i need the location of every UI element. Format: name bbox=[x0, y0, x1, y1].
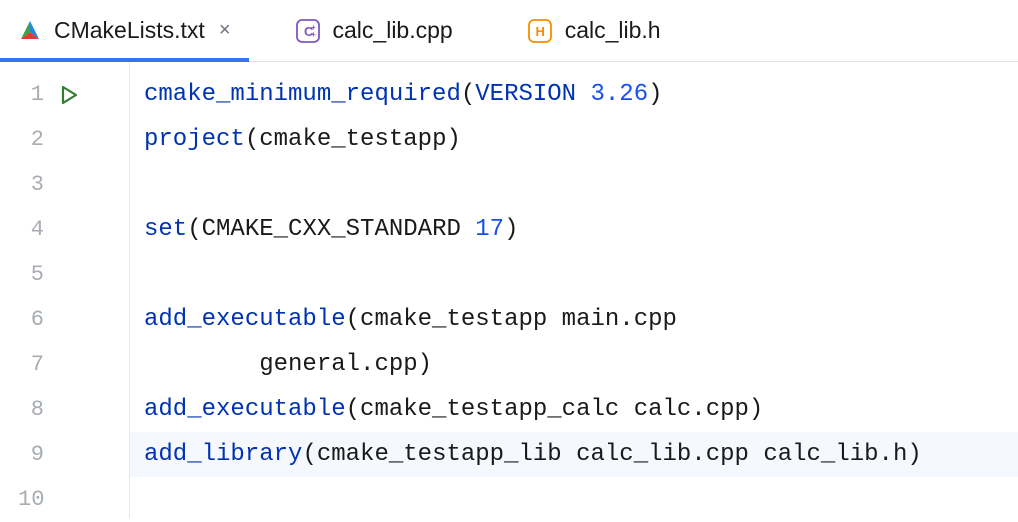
tab-label: CMakeLists.txt bbox=[54, 17, 205, 44]
line-number: 2 bbox=[18, 127, 44, 152]
gutter-row: 8 bbox=[0, 387, 129, 432]
code-line: cmake_minimum_required(VERSION 3.26) bbox=[144, 72, 1018, 117]
svg-text:+: + bbox=[311, 30, 316, 39]
line-number: 8 bbox=[18, 397, 44, 422]
code-line: add_executable(cmake_testapp main.cpp bbox=[144, 297, 1018, 342]
code-line bbox=[144, 477, 1018, 522]
svg-text:H: H bbox=[535, 24, 544, 39]
code-area[interactable]: cmake_minimum_required(VERSION 3.26) pro… bbox=[130, 62, 1018, 518]
editor: 1 2 3 4 5 6 7 8 9 10 cmake_minimum_requi… bbox=[0, 62, 1018, 518]
code-line: add_executable(cmake_testapp_calc calc.c… bbox=[144, 387, 1018, 432]
gutter-row: 1 bbox=[0, 72, 129, 117]
line-number: 4 bbox=[18, 217, 44, 242]
line-number: 9 bbox=[18, 442, 44, 467]
gutter: 1 2 3 4 5 6 7 8 9 10 bbox=[0, 62, 130, 518]
run-icon[interactable] bbox=[58, 84, 80, 106]
code-line-current: add_library(cmake_testapp_lib calc_lib.c… bbox=[130, 432, 1018, 477]
line-number: 1 bbox=[18, 82, 44, 107]
gutter-row: 7 bbox=[0, 342, 129, 387]
cmake-icon bbox=[18, 19, 42, 43]
code-line bbox=[144, 162, 1018, 207]
tab-bar: CMakeLists.txt × C + + calc_lib.cpp H ca… bbox=[0, 0, 1018, 62]
gutter-row: 10 bbox=[0, 477, 129, 522]
line-number: 10 bbox=[18, 487, 44, 512]
code-line: set(CMAKE_CXX_STANDARD 17) bbox=[144, 207, 1018, 252]
line-number: 3 bbox=[18, 172, 44, 197]
header-file-icon: H bbox=[527, 18, 553, 44]
line-number: 6 bbox=[18, 307, 44, 332]
gutter-row: 3 bbox=[0, 162, 129, 207]
cpp-file-icon: C + + bbox=[295, 18, 321, 44]
gutter-row: 4 bbox=[0, 207, 129, 252]
close-icon[interactable]: × bbox=[219, 19, 231, 42]
tab-cmakelists[interactable]: CMakeLists.txt × bbox=[0, 0, 249, 61]
code-line: project(cmake_testapp) bbox=[144, 117, 1018, 162]
gutter-row: 2 bbox=[0, 117, 129, 162]
tab-label: calc_lib.cpp bbox=[333, 17, 453, 44]
tab-calc-lib-cpp[interactable]: C + + calc_lib.cpp bbox=[277, 0, 471, 61]
gutter-row: 9 bbox=[0, 432, 129, 477]
tab-calc-lib-h[interactable]: H calc_lib.h bbox=[509, 0, 679, 61]
line-number: 5 bbox=[18, 262, 44, 287]
tab-label: calc_lib.h bbox=[565, 17, 661, 44]
code-line bbox=[144, 252, 1018, 297]
gutter-row: 5 bbox=[0, 252, 129, 297]
line-number: 7 bbox=[18, 352, 44, 377]
gutter-row: 6 bbox=[0, 297, 129, 342]
code-line: general.cpp) bbox=[144, 342, 1018, 387]
